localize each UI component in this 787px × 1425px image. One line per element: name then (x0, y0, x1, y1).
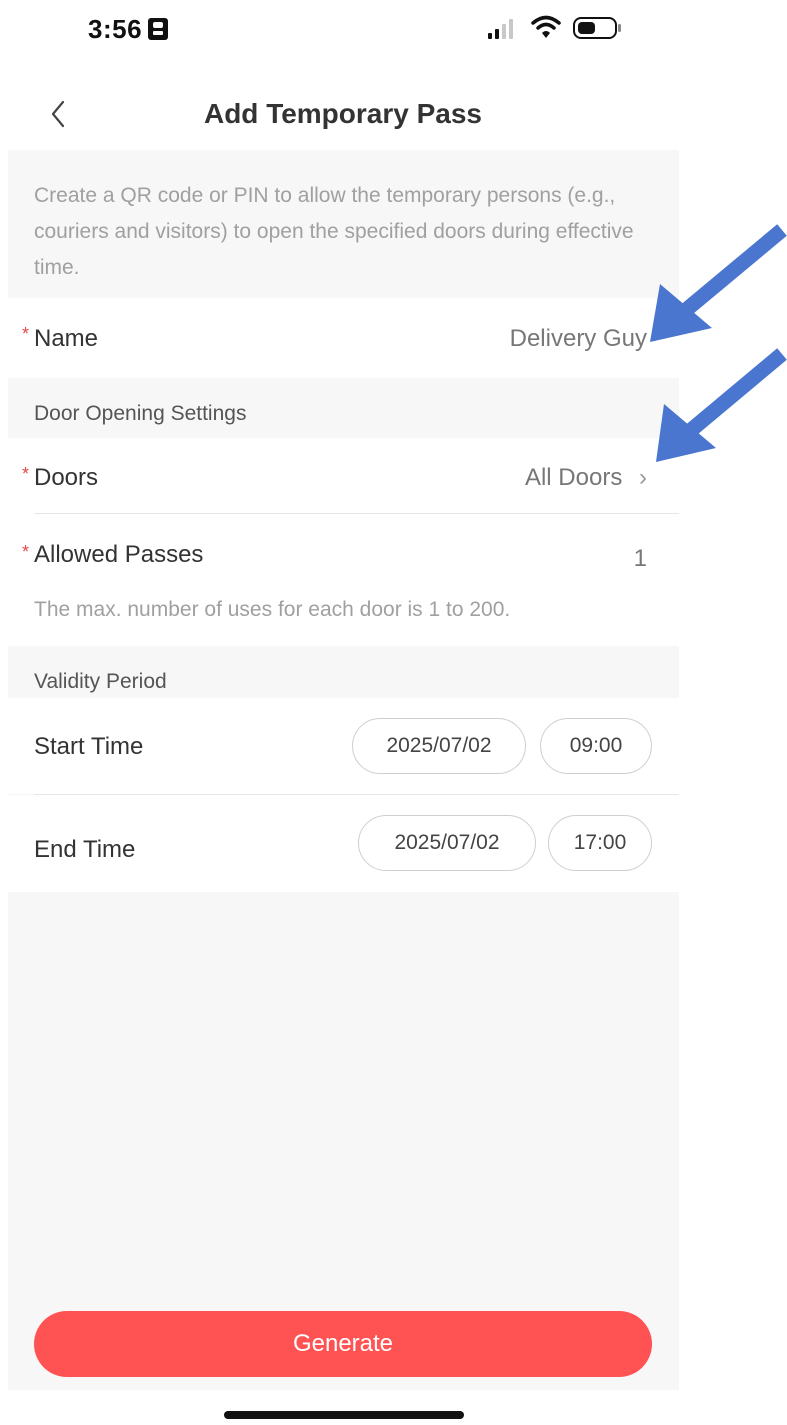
annotation-arrow-icon (650, 224, 787, 342)
door-settings-header: Door Opening Settings (8, 378, 679, 438)
doors-value: All Doors › (525, 464, 647, 492)
end-time-label: End Time (34, 836, 136, 863)
intro-section: Create a QR code or PIN to allow the tem… (8, 150, 679, 298)
required-mark: * (22, 324, 30, 344)
doors-label: Doors (34, 464, 99, 491)
validity-period-title: Validity Period (34, 670, 167, 693)
required-mark: * (22, 464, 30, 484)
doors-selected-value: All Doors (524, 464, 623, 491)
page-title: Add Temporary Pass (203, 98, 483, 129)
name-input[interactable]: Delivery Guy (510, 325, 647, 353)
start-time-picker[interactable]: 09:00 (540, 718, 652, 774)
allowed-passes-row[interactable]: * Allowed Passes 1 The max. number of us… (8, 514, 679, 646)
doors-row[interactable]: * Doors All Doors › (8, 438, 679, 514)
end-time-picker[interactable]: 17:00 (548, 815, 652, 871)
generate-button[interactable]: Generate (34, 1311, 652, 1377)
annotation-arrow-icon (656, 348, 787, 462)
wifi-icon (531, 15, 561, 38)
allowed-passes-hint: The max. number of uses for each door is… (34, 598, 511, 621)
id-badge-icon (148, 18, 168, 40)
battery-icon (573, 17, 621, 39)
name-row[interactable]: * Name Delivery Guy (8, 298, 679, 378)
end-time-row: End Time 2025/07/02 17:00 (8, 795, 679, 892)
door-settings-title: Door Opening Settings (34, 402, 247, 425)
start-date-picker[interactable]: 2025/07/02 (352, 718, 526, 774)
cellular-signal-icon (488, 19, 513, 39)
status-bar: 3:56 (0, 0, 787, 56)
required-mark: * (22, 542, 30, 562)
home-indicator (224, 1411, 464, 1419)
nav-bar: Add Temporary Pass (0, 80, 787, 150)
allowed-passes-input[interactable]: 1 (634, 545, 647, 573)
allowed-passes-label: Allowed Passes (34, 541, 204, 568)
status-time: 3:56 (88, 14, 143, 44)
name-label: Name (34, 325, 99, 352)
start-time-row: Start Time 2025/07/02 09:00 (8, 698, 679, 794)
intro-text: Create a QR code or PIN to allow the tem… (34, 184, 634, 279)
start-time-label: Start Time (34, 733, 144, 760)
form-container: Create a QR code or PIN to allow the tem… (8, 150, 679, 1390)
validity-period-header: Validity Period (8, 646, 679, 698)
end-date-picker[interactable]: 2025/07/02 (358, 815, 536, 871)
